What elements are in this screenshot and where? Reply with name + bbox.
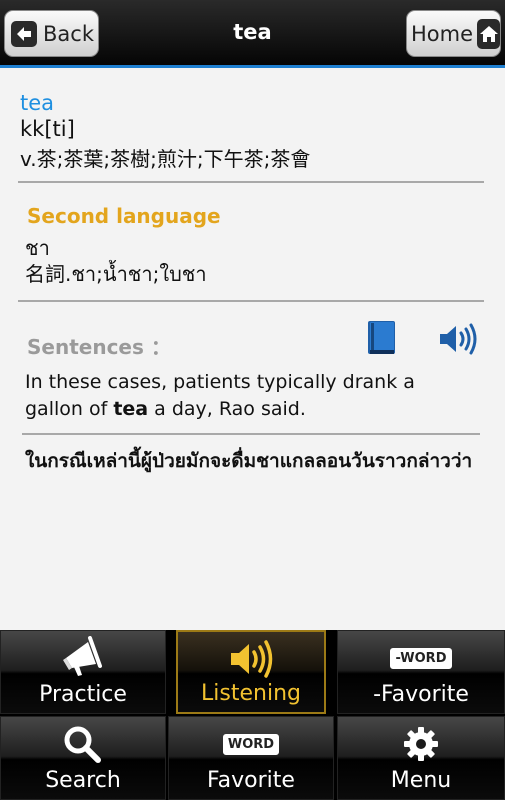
- nav-word-favorite-label: -Favorite: [373, 682, 469, 707]
- nav-listening[interactable]: Listening: [176, 630, 326, 714]
- header-bar: Back tea Home: [0, 0, 505, 68]
- nav-favorite-label: Favorite: [207, 768, 295, 793]
- speaker-icon[interactable]: [437, 321, 479, 357]
- entry-word: tea: [20, 91, 55, 115]
- nav-search[interactable]: Search: [0, 716, 166, 800]
- entry-content: tea kk[ti] v.茶;茶葉;茶樹;煎汁;下午茶;茶會 Second la…: [0, 71, 505, 630]
- home-button[interactable]: Home: [406, 10, 501, 57]
- nav-favorite[interactable]: WORD Favorite: [168, 716, 334, 800]
- second-language-heading: Second language: [27, 204, 221, 228]
- book-icon[interactable]: [367, 320, 397, 356]
- gear-icon: [338, 722, 504, 766]
- divider: [18, 181, 484, 183]
- sentence-text-after: a day, Rao said.: [148, 398, 306, 420]
- word-card-icon-text: WORD: [222, 733, 280, 755]
- divider: [22, 433, 480, 435]
- word-card-icon: -WORD: [338, 636, 504, 680]
- sentence-keyword: tea: [113, 398, 149, 420]
- divider: [18, 300, 484, 302]
- sentences-heading: Sentences ：: [27, 335, 171, 359]
- nav-search-label: Search: [45, 768, 121, 793]
- example-sentence: In these cases, patients typically drank…: [25, 369, 475, 423]
- sentence-translation: ในกรณีเหล่านี้ผู้ป่วยมักจะดื่มชาแกลลอนวั…: [25, 450, 473, 472]
- nav-menu-label: Menu: [390, 768, 452, 793]
- nav-practice-label: Practice: [39, 682, 127, 707]
- bottom-navigation: Practice Listening -WORD -Favorite Searc…: [0, 630, 505, 800]
- second-language-meaning: 名詞.ชา;น้ำชา;ใบชา: [25, 262, 207, 286]
- entry-phonetic: kk[ti]: [20, 117, 75, 141]
- word-card-icon-text: -WORD: [390, 647, 452, 669]
- speaker-icon: [178, 637, 324, 681]
- home-label: Home: [411, 21, 474, 46]
- home-icon: [477, 18, 500, 49]
- word-card-icon: WORD: [169, 722, 333, 766]
- nav-menu[interactable]: Menu: [337, 716, 505, 800]
- megaphone-icon: [1, 636, 165, 680]
- nav-listening-label: Listening: [201, 681, 301, 706]
- nav-word-favorite[interactable]: -WORD -Favorite: [337, 630, 505, 714]
- entry-meaning: v.茶;茶葉;茶樹;煎汁;下午茶;茶會: [20, 147, 311, 171]
- search-icon: [1, 722, 165, 766]
- nav-practice[interactable]: Practice: [0, 630, 166, 714]
